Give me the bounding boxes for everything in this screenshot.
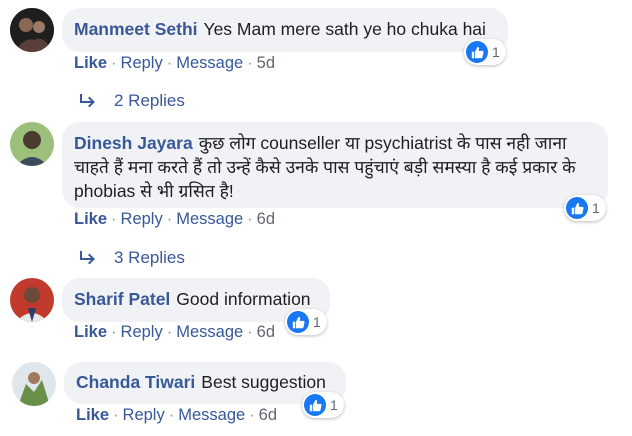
reply-arrow-icon [80, 251, 96, 265]
commenter-name[interactable]: Sharif Patel [74, 289, 170, 309]
avatar[interactable] [10, 278, 54, 322]
comment-bubble: Manmeet Sethi Yes Mam mere sath ye ho chu… [62, 8, 508, 52]
message-button[interactable]: Message [176, 210, 243, 228]
reaction-count[interactable]: 1 [302, 392, 344, 418]
separator: · [111, 54, 117, 72]
timestamp[interactable]: 5d [257, 54, 275, 72]
separator: · [168, 406, 175, 424]
separator: · [249, 406, 255, 424]
reply-button[interactable]: Reply [121, 210, 163, 228]
message-button[interactable]: Message [176, 54, 243, 72]
comment-text-line: phobias से भी ग्रसित है! [74, 181, 234, 201]
reply-button[interactable]: Reply [123, 406, 165, 424]
separator: · [166, 210, 173, 228]
comment-text-line: चाहते हैं मना करते हैं तो उन्हें कैसे उन… [74, 157, 576, 177]
separator: · [113, 406, 119, 424]
like-reaction-icon [466, 41, 488, 63]
like-button[interactable]: Like [76, 406, 109, 424]
like-reaction-icon [287, 311, 309, 333]
timestamp[interactable]: 6d [257, 210, 275, 228]
like-button[interactable]: Like [74, 210, 107, 228]
comment-text: Best suggestion [201, 372, 326, 392]
reaction-count[interactable]: 1 [564, 195, 606, 221]
timestamp[interactable]: 6d [257, 323, 275, 341]
comment-text: Good information [176, 289, 311, 309]
user-photo-icon [10, 122, 54, 166]
timestamp[interactable]: 6d [259, 406, 277, 424]
like-reaction-icon [304, 394, 326, 416]
comment-actions: Like · Reply · Message · 6d [76, 406, 277, 425]
view-replies-link[interactable]: 2 Replies [80, 91, 185, 111]
reply-arrow-icon [80, 94, 96, 108]
commenter-name[interactable]: Manmeet Sethi [74, 19, 198, 39]
separator: · [166, 323, 173, 341]
comment-bubble: Dinesh Jayara कुछ लोग counseller या psych… [62, 122, 608, 208]
avatar[interactable] [12, 362, 56, 406]
like-reaction-icon [566, 197, 588, 219]
message-button[interactable]: Message [176, 323, 243, 341]
separator: · [111, 323, 117, 341]
like-button[interactable]: Like [74, 54, 107, 72]
reaction-count[interactable]: 1 [285, 309, 327, 335]
reaction-count[interactable]: 1 [464, 39, 506, 65]
avatar[interactable] [10, 8, 54, 52]
user-photo-icon [10, 8, 54, 52]
user-photo-icon [10, 278, 54, 322]
view-replies-link[interactable]: 3 Replies [80, 248, 185, 268]
reply-button[interactable]: Reply [121, 323, 163, 341]
comment-actions: Like · Reply · Message · 6d [74, 210, 275, 229]
comment-actions: Like · Reply · Message · 6d [74, 323, 275, 342]
reply-button[interactable]: Reply [121, 54, 163, 72]
separator: · [247, 54, 253, 72]
like-button[interactable]: Like [74, 323, 107, 341]
comment-text: कुछ लोग counseller या psychiatrist के पा… [198, 133, 567, 153]
comment-text: Yes Mam mere sath ye ho chuka hai [203, 19, 486, 39]
separator: · [247, 323, 253, 341]
avatar[interactable] [10, 122, 54, 166]
commenter-name[interactable]: Dinesh Jayara [74, 133, 193, 153]
separator: · [247, 210, 253, 228]
separator: · [166, 54, 173, 72]
commenter-name[interactable]: Chanda Tiwari [76, 372, 195, 392]
separator: · [111, 210, 117, 228]
comment-actions: Like · Reply · Message · 5d [74, 54, 275, 73]
user-photo-icon [12, 362, 56, 406]
message-button[interactable]: Message [178, 406, 245, 424]
